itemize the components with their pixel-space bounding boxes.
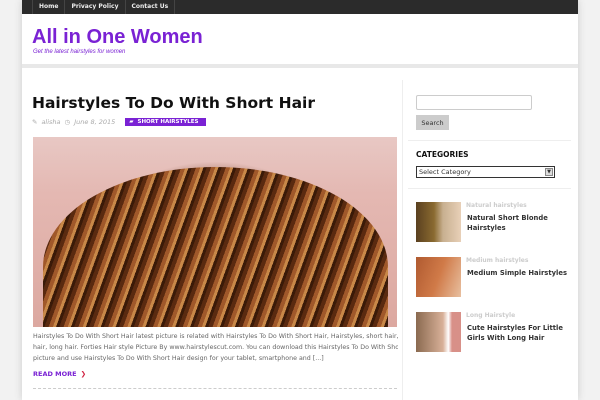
excerpt-line: picture and use Hairstyles To Do With Sh…: [33, 355, 324, 362]
widget-post-category[interactable]: Long Hairstyle: [466, 312, 515, 319]
select-value: Select Category: [419, 168, 471, 176]
sidebar: Search CATEGORIES Select Category ▼ Natur…: [402, 80, 578, 400]
hair-graphic: [43, 167, 388, 327]
widget-post[interactable]: Long Hairstyle Cute Hairstyles For Littl…: [416, 312, 576, 352]
categories-heading: CATEGORIES: [416, 150, 469, 159]
post-thumbnail[interactable]: [416, 312, 461, 352]
excerpt-line: hair, long hair. Forties Hair style Pict…: [33, 344, 398, 351]
excerpt-line: Hairstyles To Do With Short Hair latest …: [33, 333, 398, 340]
nav-contact-us[interactable]: Contact Us: [124, 0, 176, 14]
pencil-icon: ✎: [32, 118, 38, 126]
divider: [408, 140, 571, 141]
page-container: Home Privacy Policy Contact Us All in On…: [22, 0, 578, 400]
read-more-label: READ MORE: [33, 370, 77, 378]
widget-post-category[interactable]: Medium hairstyles: [466, 257, 528, 264]
main-content: Hairstyles To Do With Short Hair ✎ alish…: [32, 90, 398, 389]
post-thumbnail[interactable]: [416, 257, 461, 297]
chevron-right-icon: ❯: [80, 370, 87, 378]
widget-post[interactable]: Natural hairstyles Natural Short Blonde …: [416, 202, 576, 242]
post-thumbnail[interactable]: [416, 202, 461, 242]
post-excerpt: Hairstyles To Do With Short Hair latest …: [33, 331, 398, 364]
chevron-down-icon: ▼: [545, 168, 553, 176]
widget-post-title[interactable]: Natural Short Blonde Hairstyles: [467, 214, 572, 233]
post-title[interactable]: Hairstyles To Do With Short Hair: [32, 90, 397, 116]
post-date: June 8, 2015: [74, 118, 116, 126]
site-tagline: Get the latest hairstyles for women: [33, 49, 126, 55]
post-meta: ✎ alisha ◷ June 8, 2015 ▰ SHORT HAIRSTYLE…: [32, 117, 397, 127]
category-select[interactable]: Select Category ▼: [416, 166, 555, 178]
widget-post-title[interactable]: Cute Hairstyles For Little Girls With Lo…: [467, 324, 572, 343]
read-more-link[interactable]: READ MORE ❯: [33, 370, 86, 378]
widget-post-category[interactable]: Natural hairstyles: [466, 202, 527, 209]
post-image[interactable]: [33, 137, 397, 327]
category-badge[interactable]: ▰ SHORT HAIRSTYLES: [125, 118, 207, 126]
search-button[interactable]: Search: [416, 115, 449, 130]
clock-icon: ◷: [64, 118, 71, 126]
nav-home[interactable]: Home: [32, 0, 64, 14]
category-label: SHORT HAIRSTYLES: [137, 119, 199, 125]
nav-privacy-policy[interactable]: Privacy Policy: [64, 0, 124, 14]
site-title[interactable]: All in One Women: [32, 26, 203, 49]
divider: [408, 188, 571, 189]
widget-post-title[interactable]: Medium Simple Hairstyles: [467, 269, 572, 279]
widget-post[interactable]: Medium hairstyles Medium Simple Hairstyl…: [416, 257, 576, 297]
divider: [33, 388, 397, 389]
site-header: All in One Women Get the latest hairstyl…: [22, 14, 578, 68]
post-author[interactable]: alisha: [41, 118, 60, 126]
folder-icon: ▰: [129, 119, 134, 125]
search-input[interactable]: [416, 95, 532, 110]
top-nav: Home Privacy Policy Contact Us: [22, 0, 578, 14]
